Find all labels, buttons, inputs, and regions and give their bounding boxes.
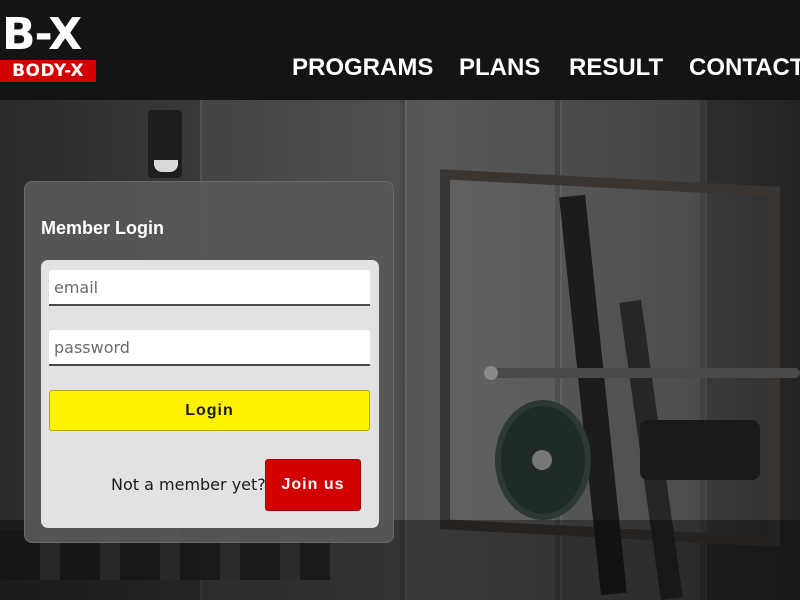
login-form: Login Not a member yet? Join us — [41, 260, 379, 528]
nav-item-plans[interactable]: PLANS — [459, 52, 540, 84]
join-us-button[interactable]: Join us — [265, 459, 361, 511]
password-field[interactable] — [49, 330, 370, 366]
login-button[interactable]: Login — [49, 390, 370, 431]
lamp-light — [154, 160, 178, 172]
weight-bench — [640, 420, 760, 480]
member-login-panel: Member Login Login Not a member yet? Joi… — [24, 181, 394, 543]
not-member-text: Not a member yet? — [111, 475, 266, 494]
nav-item-contact[interactable]: CONTACT — [689, 52, 800, 84]
top-header: B-X BODY-X PROGRAMS PLANS RESULT CONTACT — [0, 0, 800, 100]
login-title: Member Login — [41, 218, 165, 238]
main-nav: PROGRAMS PLANS RESULT CONTACT — [0, 52, 800, 84]
barbell-end — [484, 366, 498, 380]
barbell — [488, 368, 800, 378]
weight-plate-hub — [532, 450, 552, 470]
nav-item-programs[interactable]: PROGRAMS — [292, 52, 433, 84]
email-field[interactable] — [49, 270, 370, 306]
nav-item-result[interactable]: RESULT — [569, 52, 663, 84]
